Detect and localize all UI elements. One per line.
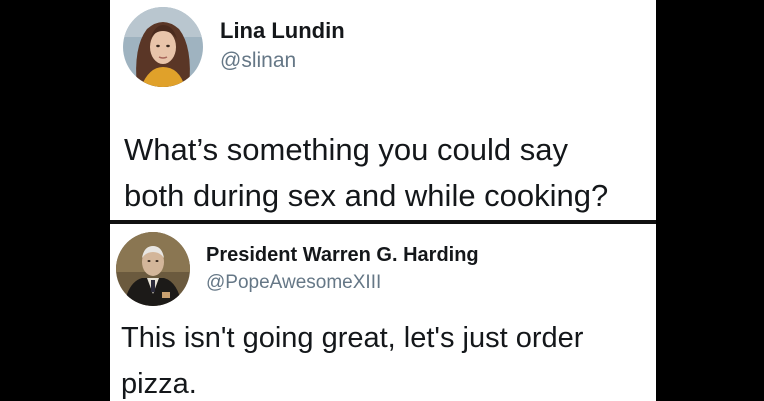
- tweet-text-line: This isn't going great, let's just order: [121, 322, 584, 354]
- tweet-text-line: both during sex and while cooking?: [124, 178, 609, 213]
- display-name[interactable]: Lina Lundin: [220, 18, 345, 44]
- tweet-text: This isn't going great, let's just order…: [121, 315, 583, 401]
- tweet-text-line: What’s something you could say: [124, 132, 568, 167]
- tweet-text: What’s something you could say both duri…: [124, 127, 608, 219]
- profile-avatar-icon[interactable]: [116, 232, 190, 306]
- tweet-card-lina-lundin: Lina Lundin @slinan What’s something you…: [110, 0, 656, 220]
- tweet-card-warren-harding: President Warren G. Harding @PopeAwesome…: [110, 224, 656, 401]
- profile-avatar-icon[interactable]: [123, 7, 203, 87]
- user-handle[interactable]: @slinan: [220, 49, 296, 73]
- user-handle[interactable]: @PopeAwesomeXIII: [206, 272, 381, 294]
- display-name[interactable]: President Warren G. Harding: [206, 244, 479, 267]
- tweet-text-line: pizza.: [121, 368, 197, 400]
